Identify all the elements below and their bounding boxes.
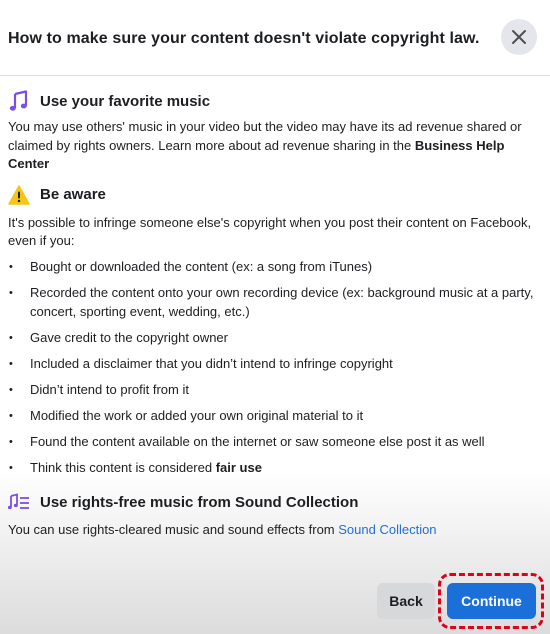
sound-collection-link[interactable]: Sound Collection <box>338 522 436 537</box>
list-item: Bought or downloaded the content (ex: a … <box>8 258 538 277</box>
section-heading: Use your favorite music <box>40 92 211 110</box>
list-item-text: Think this content is considered <box>30 459 216 475</box>
fair-use-term: fair use <box>215 459 262 475</box>
music-note-icon <box>8 90 30 112</box>
sound-text: You can use rights-cleared music and sou… <box>8 522 339 537</box>
warning-icon <box>8 184 30 206</box>
dialog-title: How to make sure your content doesn't vi… <box>8 30 480 47</box>
section-favorite-music: Use your favorite music <box>8 88 538 114</box>
sound-description: You can use rights-cleared music and sou… <box>8 521 538 540</box>
dialog-header: How to make sure your content doesn't vi… <box>0 0 550 76</box>
list-item: Found the content available on the inter… <box>8 433 538 452</box>
dialog-content: Use your favorite music You may use othe… <box>8 88 538 540</box>
list-item: Think this content is considered fair us… <box>8 459 538 478</box>
section-be-aware: Be aware <box>8 182 538 208</box>
continue-button[interactable]: Continue <box>447 583 536 619</box>
list-item: Modified the work or added your own orig… <box>8 407 538 426</box>
list-item: Recorded the content onto your own recor… <box>8 284 538 321</box>
list-item: Included a disclaimer that you didn’t in… <box>8 355 538 374</box>
back-button[interactable]: Back <box>377 583 435 619</box>
section-heading: Use rights-free music from Sound Collect… <box>40 493 359 511</box>
list-item: Didn’t intend to profit from it <box>8 381 538 400</box>
music-list-icon <box>8 491 30 513</box>
list-item: Gave credit to the copyright owner <box>8 329 538 348</box>
section-heading: Be aware <box>40 186 106 203</box>
music-description: You may use others' music in your video … <box>8 118 538 174</box>
aware-description: It's possible to infringe someone else's… <box>8 214 532 249</box>
section-sound-collection: Use rights-free music from Sound Collect… <box>8 489 538 515</box>
close-icon <box>512 30 526 44</box>
aware-list: Bought or downloaded the content (ex: a … <box>8 258 538 477</box>
close-button[interactable] <box>501 19 537 55</box>
